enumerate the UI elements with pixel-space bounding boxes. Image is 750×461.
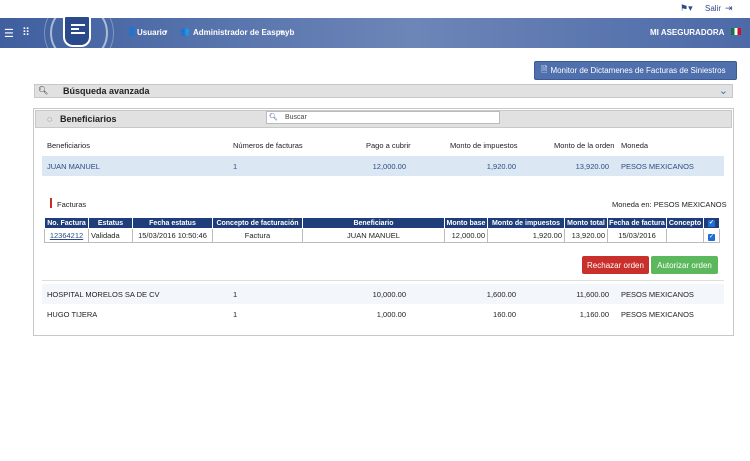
factura-concepto — [666, 228, 704, 243]
th-no-factura[interactable]: No. Factura — [44, 217, 89, 229]
factura-monto-total: 13,920.00 — [564, 228, 608, 243]
factura-fecha-factura: 15/03/2016 — [607, 228, 667, 243]
logo-mark-icon — [71, 24, 85, 36]
hamburger-menu-icon[interactable]: ☰ — [4, 27, 14, 40]
th-fecha-factura[interactable]: Fecha de factura — [607, 217, 667, 229]
col-monto-orden: Monto de la orden — [554, 141, 615, 150]
factura-monto-impuestos: 1,920.00 — [487, 228, 565, 243]
th-concepto[interactable]: Concepto — [666, 217, 704, 229]
th-concepto-facturacion[interactable]: Concepto de facturación — [212, 217, 303, 229]
refresh-icon[interactable]: ◌ — [47, 114, 52, 124]
chevron-down-icon[interactable]: ⌄ — [719, 84, 728, 97]
th-estatus[interactable]: Estatus — [88, 217, 133, 229]
facturas-header-row: No. Factura Estatus Fecha estatus Concep… — [44, 217, 720, 229]
user-icon: 👤 — [127, 27, 137, 36]
factura-number-link[interactable]: 12364212 — [50, 231, 83, 240]
th-beneficiario[interactable]: Beneficiario — [302, 217, 445, 229]
search-icon: 🔍︎ — [38, 86, 49, 95]
factura-concepto-facturacion: Factura — [212, 228, 303, 243]
beneficiaries-title: Beneficiarios — [60, 114, 117, 124]
th-monto-total[interactable]: Monto total — [564, 217, 608, 229]
chevron-down-icon: ▾ — [164, 29, 168, 36]
company-name: MI ASEGURADORA — [650, 28, 725, 37]
mexico-flag-icon — [731, 28, 741, 35]
users-icon: 👥 — [180, 27, 190, 36]
chevron-down-icon: ▾ — [280, 29, 284, 36]
factura-beneficiario: JUAN MANUEL — [302, 228, 445, 243]
document-icon: 🗎 — [541, 64, 548, 74]
beneficiary-row-selected[interactable]: JUAN MANUEL 1 12,000.00 1,920.00 13,920.… — [42, 156, 724, 176]
monitor-dictamenes-button[interactable]: 🗎 Monitor de Dictamenes de Facturas de S… — [534, 61, 737, 80]
salir-link[interactable]: Salir — [705, 4, 721, 13]
th-fecha-estatus[interactable]: Fecha estatus — [132, 217, 213, 229]
main-navbar: ☰ ⠿ 👤 Usuario ▾ 👥 Administrador de Easpa… — [0, 0, 750, 68]
beneficiary-row[interactable]: HUGO TIJERA 1 1,000.00 160.00 1,160.00 P… — [42, 304, 724, 324]
checkbox-checked-icon: ✓ — [708, 233, 715, 241]
search-box[interactable]: 🔍︎ Buscar — [266, 111, 500, 124]
authorize-order-button[interactable]: Autorizar orden — [651, 256, 718, 274]
flag-icon[interactable]: ⚑▾ — [680, 3, 693, 14]
apps-grid-icon[interactable]: ⠿ — [22, 26, 30, 39]
factura-row: 12364212 Validada 15/03/2016 10:50:46 Fa… — [44, 228, 720, 243]
section-marker — [50, 198, 52, 208]
col-numeros-facturas: Números de facturas — [233, 141, 303, 150]
select-all-checkbox[interactable]: ✓ — [703, 217, 720, 229]
divider — [42, 280, 724, 281]
factura-monto-base: 12,000.00 — [444, 228, 488, 243]
col-monto-impuestos: Monto de impuestos — [450, 141, 518, 150]
col-moneda: Moneda — [621, 141, 649, 150]
currency-note: Moneda en: PESOS MEXICANOS — [612, 200, 727, 209]
facturas-table: No. Factura Estatus Fecha estatus Concep… — [44, 217, 720, 243]
col-pago-cubrir: Pago a cubrir — [366, 141, 411, 150]
col-beneficiarios: Beneficiarios — [47, 141, 90, 150]
beneficiary-row[interactable]: HOSPITAL MORELOS SA DE CV 1 10,000.00 1,… — [42, 284, 724, 304]
facturas-title: Facturas — [57, 200, 87, 209]
search-icon: 🔍︎ — [269, 114, 278, 121]
reject-order-button[interactable]: Rechazar orden — [582, 256, 649, 274]
user-menu[interactable]: Usuario — [137, 28, 167, 37]
checkbox-checked-icon: ✓ — [708, 220, 715, 227]
advanced-search-title: Búsqueda avanzada — [63, 86, 150, 96]
factura-estatus: Validada — [88, 228, 133, 243]
factura-row-checkbox[interactable]: ✓ — [703, 228, 720, 243]
app-logo[interactable] — [63, 15, 91, 47]
factura-fecha-estatus: 15/03/2016 10:50:46 — [132, 228, 213, 243]
th-monto-base[interactable]: Monto base — [444, 217, 488, 229]
search-input[interactable]: Buscar — [285, 114, 307, 121]
logout-icon[interactable]: ⇥ — [725, 3, 733, 14]
advanced-search-panel[interactable]: 🔍︎ Búsqueda avanzada ⌄ — [34, 84, 733, 98]
top-bar: ⚑▾ Salir ⇥ — [0, 0, 750, 18]
th-monto-impuestos[interactable]: Monto de impuestos — [487, 217, 565, 229]
